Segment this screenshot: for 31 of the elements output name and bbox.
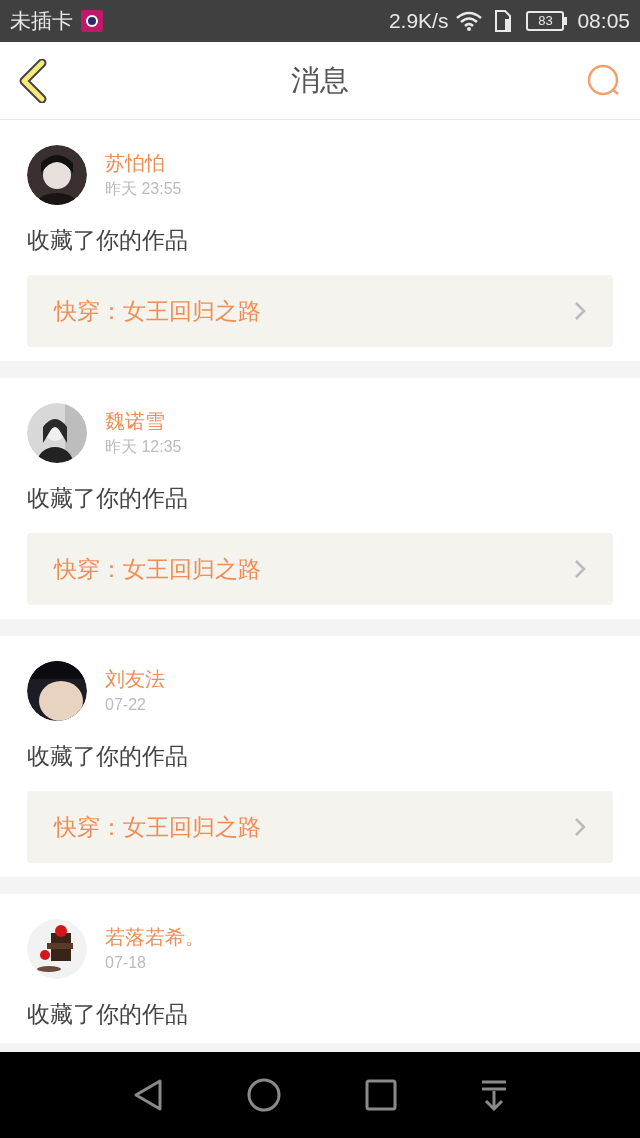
work-title: 快穿：女王回归之路 bbox=[54, 554, 261, 584]
user-name[interactable]: 若落若希。 bbox=[105, 923, 205, 951]
message-text: 收藏了你的作品 bbox=[27, 742, 189, 771]
work-title: 快穿：女王回归之路 bbox=[54, 812, 261, 842]
chevron-right-icon bbox=[574, 301, 586, 321]
recents-nav-icon[interactable] bbox=[364, 1079, 397, 1111]
user-name[interactable]: 魏诺雪 bbox=[105, 407, 182, 435]
user-name[interactable]: 苏怕怕 bbox=[105, 149, 182, 177]
chevron-right-icon bbox=[574, 817, 586, 837]
message-time: 昨天 23:55 bbox=[105, 179, 182, 199]
message-text: 收藏了你的作品 bbox=[27, 484, 189, 513]
work-title: 快穿：女王回归之路 bbox=[54, 296, 261, 326]
work-link[interactable]: 快穿：女王回归之路 bbox=[27, 533, 613, 605]
notification-pull-icon[interactable] bbox=[480, 1079, 509, 1111]
clock-text: 08:05 bbox=[577, 8, 630, 35]
battery-indicator: 83 bbox=[526, 11, 565, 31]
network-speed-text: 2.9K/s bbox=[388, 8, 449, 35]
chevron-right-icon bbox=[574, 559, 586, 579]
page-title: 消息 bbox=[291, 62, 349, 98]
home-nav-icon[interactable] bbox=[247, 1078, 282, 1112]
work-link[interactable]: 快穿：女王回归之路 bbox=[27, 275, 613, 347]
message-time: 07-22 bbox=[105, 695, 147, 715]
message-time: 07-18 bbox=[105, 953, 147, 973]
user-name[interactable]: 刘友法 bbox=[105, 665, 165, 693]
work-link[interactable]: 快穿：女王回归之路 bbox=[27, 791, 613, 863]
message-time: 昨天 12:35 bbox=[105, 437, 182, 457]
back-icon[interactable] bbox=[18, 58, 48, 103]
message-text: 收藏了你的作品 bbox=[27, 1000, 189, 1029]
carrier-text: 未插卡 bbox=[10, 8, 73, 35]
camera-app-icon bbox=[81, 10, 103, 32]
message-text: 收藏了你的作品 bbox=[27, 226, 189, 255]
